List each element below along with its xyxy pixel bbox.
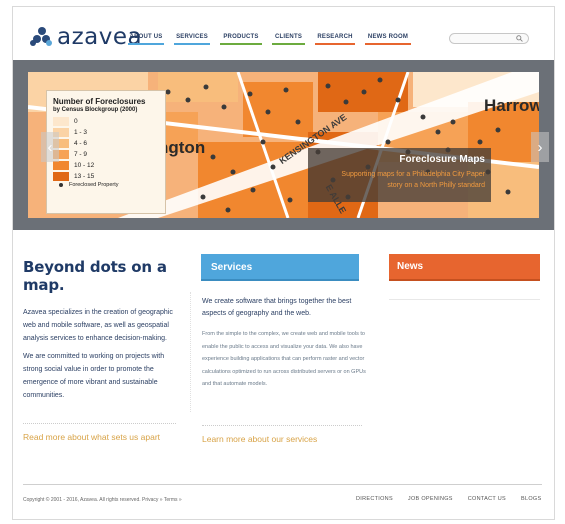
nav-item-services[interactable]: SERVICES [174, 34, 210, 45]
news-divider [389, 299, 540, 300]
nav-item-about-us[interactable]: ABOUT US [128, 34, 164, 45]
footer-link-blogs[interactable]: BLOGS [521, 496, 541, 502]
legend-swatch [53, 161, 69, 170]
footer-link-contact-us[interactable]: CONTACT US [468, 496, 506, 502]
legend-class: 0 [53, 116, 159, 127]
footer-divider [23, 484, 542, 485]
legend-class: 7 - 9 [53, 149, 159, 160]
legend-class-label: 1 - 3 [74, 129, 88, 136]
divider [202, 425, 362, 426]
services-link[interactable]: Learn more about our services [202, 434, 317, 444]
azavea-logo[interactable]: azavea [30, 24, 142, 50]
copyright-text: Copyright © 2001 - 2016, Azavea. All rig… [23, 497, 182, 503]
legend-title: Number of Foreclosures [53, 97, 146, 106]
services-column: We create software that brings together … [202, 296, 368, 391]
legend-swatch [53, 117, 69, 126]
footer-nav: DIRECTIONS JOB OPENINGS CONTACT US BLOGS [356, 496, 556, 502]
intro-column: Beyond dots on a map. Azavea specializes… [23, 258, 183, 407]
search-input[interactable] [449, 33, 529, 44]
services-header[interactable]: Services [201, 254, 359, 281]
slide-caption[interactable]: Foreclosure Maps Supporting maps for a P… [308, 148, 491, 202]
legend-class: 10 - 12 [53, 160, 159, 171]
nav-item-products[interactable]: PRODUCTS [220, 34, 262, 45]
intro-paragraph-2: We are committed to working on projects … [23, 353, 165, 399]
search-icon[interactable] [516, 35, 523, 42]
legend-point-label: Foreclosed Property [69, 182, 119, 188]
legend-class: 1 - 3 [53, 127, 159, 138]
caption-line-2: story on a North Philly standard [387, 182, 485, 189]
intro-paragraph-1: Azavea specializes in the creation of ge… [23, 309, 173, 342]
nav-item-clients[interactable]: CLIENTS [272, 34, 305, 45]
page-headline: Beyond dots on a map. [23, 258, 167, 294]
services-body: From the simple to the complex, we creat… [202, 331, 366, 387]
nav-item-research[interactable]: RESEARCH [315, 34, 355, 45]
news-title: News [397, 261, 424, 272]
services-title: Services [211, 262, 253, 273]
legend-class: 13 - 15 [53, 171, 159, 182]
services-intro: We create software that brings together … [202, 298, 352, 317]
caption-line-1: Supporting maps for a Philadelphia City … [341, 171, 485, 178]
chevron-right-icon: › [537, 138, 543, 156]
point-marker-icon [59, 183, 63, 187]
main-nav: ABOUT US SERVICES PRODUCTS CLIENTS RESEARCH N… [128, 34, 421, 45]
legend-class-label: 4 - 6 [74, 140, 88, 147]
legend-class: 4 - 6 [53, 138, 159, 149]
map-legend: Number of Foreclosures by Census Blockgr… [46, 90, 166, 214]
column-divider [190, 292, 191, 412]
divider [23, 423, 176, 424]
hero-slideshow: KENSINGTON AVE E ALLE ngton Harrowg Numb… [13, 60, 554, 230]
legend-class-label: 0 [74, 118, 78, 125]
slide-prev-button[interactable]: ‹ [41, 132, 59, 162]
legend-class-label: 13 - 15 [74, 173, 95, 180]
legend-class-label: 10 - 12 [74, 162, 95, 169]
slide-next-button[interactable]: › [531, 132, 549, 162]
read-more-link[interactable]: Read more about what sets us apart [23, 432, 160, 442]
chevron-left-icon: ‹ [47, 138, 53, 156]
footer-link-job-openings[interactable]: JOB OPENINGS [408, 496, 453, 502]
logo-mark-icon [30, 27, 54, 47]
nav-item-news-room[interactable]: NEWS ROOM [365, 34, 411, 45]
footer-link-directions[interactable]: DIRECTIONS [356, 496, 393, 502]
news-header[interactable]: News [389, 254, 540, 281]
caption-title: Foreclosure Maps [399, 154, 485, 165]
legend-class-label: 7 - 9 [74, 151, 88, 158]
legend-swatch [53, 172, 69, 181]
map-label-place-2: Harrowg [484, 96, 539, 115]
legend-point: Foreclosed Property [53, 182, 159, 188]
legend-subtitle: by Census Blockgroup (2000) [53, 107, 138, 113]
